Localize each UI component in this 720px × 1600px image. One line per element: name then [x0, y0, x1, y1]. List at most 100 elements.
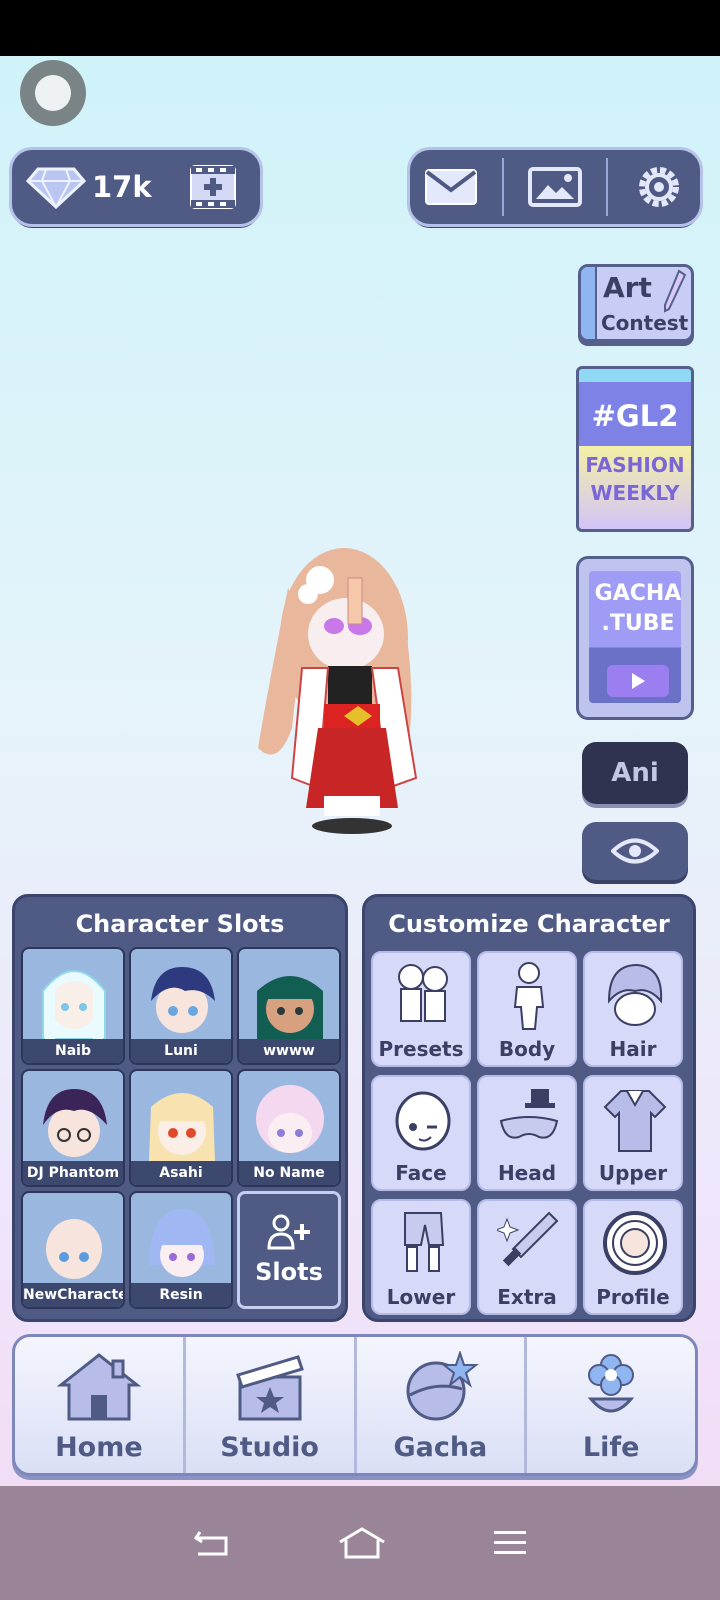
customize-character-panel: Customize Character Presets Body Hair Fa… — [362, 894, 696, 1322]
character-slot[interactable]: Naib — [21, 947, 125, 1065]
upper-button[interactable]: Upper — [583, 1075, 683, 1191]
nav-studio-label: Studio — [220, 1432, 319, 1463]
pants-icon — [404, 1212, 445, 1272]
gacha-tube-button[interactable]: GACHA .TUBE — [576, 556, 694, 720]
gacha-ball-icon — [406, 1351, 480, 1421]
body-button[interactable]: Body — [477, 951, 577, 1067]
character-slots-title: Character Slots — [75, 910, 285, 938]
slot-name: Luni — [131, 1039, 231, 1063]
character-slot[interactable]: Asahi — [129, 1069, 233, 1187]
lower-button[interactable]: Lower — [371, 1199, 471, 1315]
nav-life[interactable]: Life — [524, 1337, 695, 1473]
art-contest-button[interactable]: Art Contest — [578, 264, 694, 342]
nav-home-label: Home — [55, 1432, 143, 1463]
character-preview[interactable] — [248, 528, 432, 838]
settings-button[interactable] — [628, 163, 690, 211]
slot-name: Resin — [131, 1283, 231, 1307]
mail-icon — [425, 169, 477, 205]
face-button[interactable]: Face — [371, 1075, 471, 1191]
back-icon[interactable] — [192, 1528, 232, 1558]
hair-icon — [607, 963, 663, 1026]
slot-name: NewCharacter — [23, 1283, 123, 1307]
bottom-navigation: Home Studio Gacha Life — [12, 1334, 698, 1476]
presets-button[interactable]: Presets — [371, 951, 471, 1067]
currency-bar: 17k — [12, 150, 260, 224]
status-bar — [0, 0, 720, 56]
nav-gacha[interactable]: Gacha — [353, 1337, 525, 1473]
add-slots-label: Slots — [255, 1258, 323, 1286]
nav-life-label: Life — [582, 1432, 640, 1463]
gacha-tube-label-2: .TUBE — [601, 611, 675, 636]
face-label: Face — [395, 1161, 447, 1185]
fashion-weekly-button[interactable]: #GL2 FASHION WEEKLY — [576, 366, 694, 532]
profile-label: Profile — [596, 1285, 670, 1309]
home-icon[interactable] — [337, 1526, 387, 1560]
character-slot[interactable]: DJ Phantom — [21, 1069, 125, 1187]
slot-name: Naib — [23, 1039, 123, 1063]
nav-gacha-label: Gacha — [393, 1432, 488, 1463]
gear-icon — [639, 167, 679, 207]
add-slots-button[interactable]: Slots — [237, 1191, 341, 1309]
slot-name: DJ Phantom — [23, 1161, 123, 1185]
character-slot[interactable]: Luni — [129, 947, 233, 1065]
character-avatar — [256, 1085, 324, 1153]
hair-label: Hair — [609, 1037, 657, 1061]
fashion-label: FASHION — [585, 453, 685, 477]
top-menu-bar — [410, 150, 700, 224]
menu-icon[interactable] — [492, 1529, 528, 1557]
weekly-label: WEEKLY — [590, 481, 680, 505]
head-label: Head — [497, 1161, 557, 1185]
slot-name: Asahi — [131, 1161, 231, 1185]
shirt-icon — [603, 1090, 667, 1152]
sword-icon — [497, 1211, 559, 1267]
gem-count: 17k — [92, 170, 152, 204]
extra-button[interactable]: Extra — [477, 1199, 577, 1315]
flower-icon — [587, 1354, 635, 1413]
character-avatar — [257, 976, 323, 1039]
system-navigation-bar — [0, 1486, 720, 1600]
upper-label: Upper — [598, 1161, 668, 1185]
profile-icon — [603, 1211, 667, 1275]
gl2-hashtag: #GL2 — [591, 399, 679, 433]
character-slot[interactable]: Resin — [129, 1191, 233, 1309]
nav-home[interactable]: Home — [15, 1337, 183, 1473]
face-icon — [395, 1091, 451, 1151]
play-icon — [607, 665, 669, 697]
character-avatar — [151, 967, 215, 1033]
character-avatar — [43, 1089, 107, 1157]
presets-icon — [398, 964, 448, 1022]
head-button[interactable]: Head — [477, 1075, 577, 1191]
body-label: Body — [498, 1037, 556, 1061]
character-slot[interactable]: NewCharacter — [21, 1191, 125, 1309]
character-avatar — [149, 1209, 215, 1277]
add-user-icon — [267, 1214, 310, 1250]
gem-icon — [26, 167, 86, 209]
character-slot[interactable]: wwww — [237, 947, 341, 1065]
character-avatar — [42, 970, 106, 1039]
assistive-touch-button[interactable] — [20, 60, 86, 126]
art-contest-label-1: Art — [603, 271, 652, 304]
house-icon — [56, 1353, 141, 1421]
character-slots-panel: Character Slots Naib Luni wwww DJ Phanto… — [12, 894, 348, 1322]
body-icon — [513, 962, 545, 1030]
pencil-icon — [664, 269, 687, 313]
toggle-visibility-button[interactable] — [582, 822, 688, 880]
hair-button[interactable]: Hair — [583, 951, 683, 1067]
profile-button[interactable]: Profile — [583, 1199, 683, 1315]
image-icon — [528, 167, 582, 207]
mail-button[interactable] — [420, 163, 482, 211]
presets-label: Presets — [378, 1037, 464, 1061]
lower-label: Lower — [386, 1285, 456, 1309]
slot-name: wwww — [239, 1039, 339, 1063]
customize-title: Customize Character — [388, 910, 670, 938]
ani-button[interactable]: Ani — [582, 742, 688, 804]
gallery-button[interactable] — [524, 163, 586, 211]
character-avatar — [46, 1219, 102, 1279]
nav-studio[interactable]: Studio — [182, 1337, 354, 1473]
eye-icon — [611, 838, 659, 864]
gacha-tube-label-1: GACHA — [594, 581, 682, 606]
character-slot[interactable]: No Name — [237, 1069, 341, 1187]
watch-ad-film-icon[interactable] — [188, 163, 238, 211]
extra-label: Extra — [497, 1285, 557, 1309]
clapperboard-icon — [235, 1355, 304, 1421]
